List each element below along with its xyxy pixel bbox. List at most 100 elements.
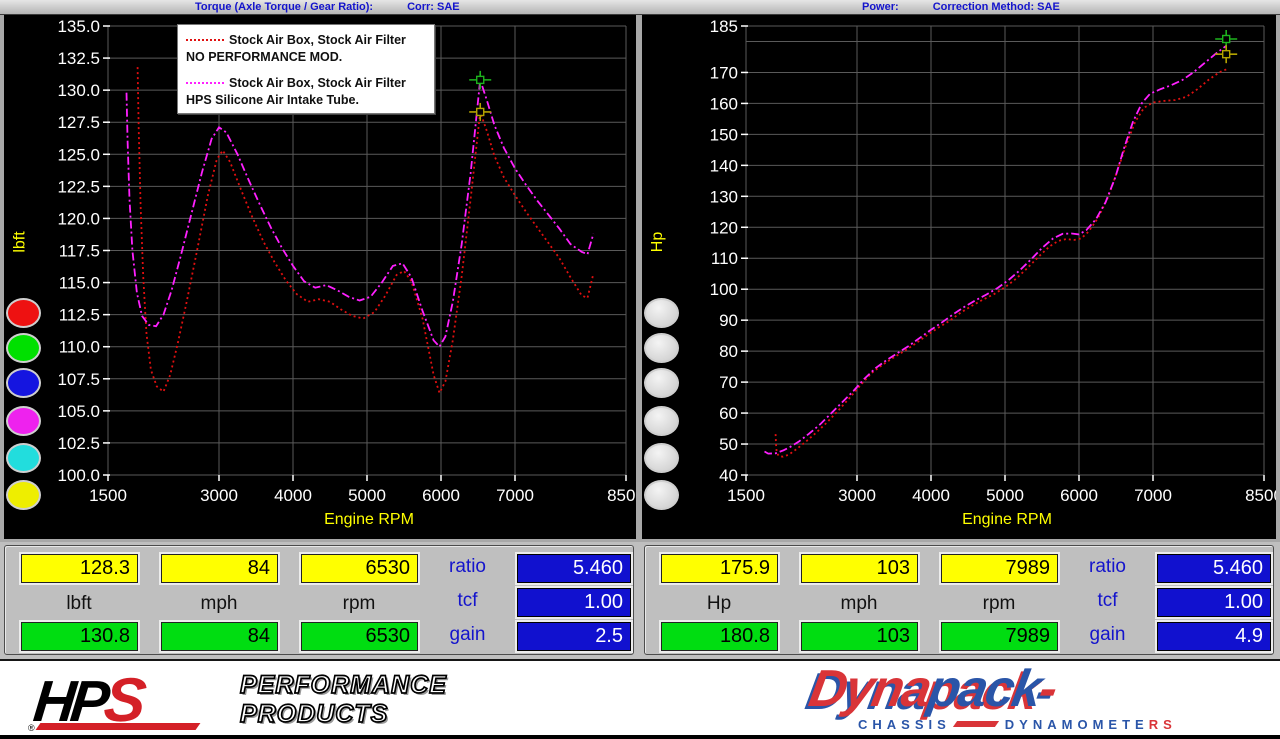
series-curve-1 (765, 46, 1227, 454)
speed-cursor2-value: 84 (161, 622, 278, 651)
bottom-border-bar (0, 735, 1280, 739)
y-tick-label: 125.0 (57, 145, 100, 164)
hps-products-text: PRODUCTS (240, 700, 388, 729)
y-tick-label: 160 (710, 94, 738, 113)
y-tick-label: 130.0 (57, 81, 100, 100)
channel-button-green[interactable] (6, 333, 41, 363)
x-tick-label: 1500 (89, 486, 127, 505)
y-tick-label: 107.5 (57, 370, 100, 389)
channel-button-grey-4[interactable] (644, 406, 679, 436)
y-tick-label: 40 (719, 466, 738, 485)
speed-unit-label: mph (801, 593, 917, 615)
x-tick-label: 4000 (274, 486, 312, 505)
x-tick-label: 5000 (348, 486, 386, 505)
dynapack-dyna-text: Dyna (805, 660, 934, 718)
power-chart-svg: 1851701601501401301201101009080706050401… (642, 15, 1276, 539)
tcf-field[interactable]: 1.00 (517, 588, 631, 617)
y-tick-label: 185 (710, 17, 738, 36)
y-tick-label: 102.5 (57, 434, 100, 453)
dynapack-pack-text: pack (924, 660, 1045, 718)
x-tick-label: 6000 (1060, 486, 1098, 505)
x-tick-label: 4000 (912, 486, 950, 505)
torque-y-axis-label: lbft (12, 231, 30, 252)
cursor-square-0[interactable] (1223, 36, 1230, 43)
x-tick-label: 5000 (986, 486, 1024, 505)
hps-logo: HPS ® PERFORMANCE PRODUCTS (30, 667, 570, 733)
x-tick-label: 7000 (1134, 486, 1172, 505)
speed-unit-label: mph (161, 593, 277, 615)
channel-button-grey-5[interactable] (644, 443, 679, 473)
tcf-label: tcf (1065, 590, 1150, 612)
power-correction-text: Correction Method: SAE (933, 1, 1060, 13)
rpm-cursor2-value: 7989 (941, 622, 1058, 651)
dynapack-wordmark: Dynapack- (805, 659, 1061, 719)
x-tick-label: 8500 (1245, 486, 1276, 505)
channel-button-grey-2[interactable] (644, 333, 679, 363)
y-tick-label: 80 (719, 342, 738, 361)
torque-title-text: Torque (Axle Torque / Gear Ratio): (195, 1, 373, 13)
dynapack-logo: Dynapack- CHASSISDYNAMOMETERS (810, 665, 1270, 731)
speed-cursor2-value: 103 (801, 622, 918, 651)
channel-button-yellow[interactable] (6, 480, 41, 510)
y-tick-label: 130 (710, 187, 738, 206)
channel-button-red[interactable] (6, 298, 41, 328)
torque-correction-text: Corr: SAE (407, 1, 460, 13)
power-readout-group: 175.9 103 7989 Hp mph rpm 180.8 103 7989… (644, 545, 1274, 655)
channel-button-grey-1[interactable] (644, 298, 679, 328)
y-tick-label: 117.5 (59, 242, 100, 261)
torque-x-axis-label: Engine RPM (259, 511, 479, 529)
power-y-axis-label: Hp (649, 232, 667, 252)
power-chart-panel: 1851701601501401301201101009080706050401… (642, 15, 1276, 539)
power-cursor1-value: 175.9 (661, 554, 778, 583)
dynapack-swoosh-icon (953, 721, 999, 727)
speed-cursor1-value: 84 (161, 554, 278, 583)
gain-field[interactable]: 2.5 (517, 622, 631, 651)
y-tick-label: 127.5 (57, 113, 100, 132)
channel-button-magenta[interactable] (6, 406, 41, 436)
rpm-unit-label: rpm (941, 593, 1057, 615)
legend-box: Stock Air Box, Stock Air Filter NO PERFO… (177, 24, 435, 114)
readout-strip: 128.3 84 6530 lbft mph rpm 130.8 84 6530… (0, 542, 1280, 659)
ratio-field[interactable]: 5.460 (1157, 554, 1271, 583)
tcf-field[interactable]: 1.00 (1157, 588, 1271, 617)
x-tick-label: 6000 (422, 486, 460, 505)
x-tick-label: 8500 (607, 486, 636, 505)
channel-button-blue[interactable] (6, 368, 41, 398)
power-title-text: Power: (862, 1, 899, 13)
y-tick-label: 110 (711, 249, 738, 268)
cursor-square-0[interactable] (477, 76, 484, 83)
y-tick-label: 60 (719, 404, 738, 423)
y-tick-label: 105.0 (57, 402, 100, 421)
cursor-square-1[interactable] (1223, 51, 1230, 58)
cursor-square-1[interactable] (477, 108, 484, 115)
x-tick-label: 1500 (727, 486, 765, 505)
x-tick-label: 7000 (496, 486, 534, 505)
stock-curve-sample-icon (186, 39, 224, 41)
torque-chart-title: Torque (Axle Torque / Gear Ratio): Corr: … (195, 0, 460, 14)
rpm-unit-label: rpm (301, 593, 417, 615)
rpm-cursor1-value: 6530 (301, 554, 418, 583)
legend-stock-line2: NO PERFORMANCE MOD. (186, 50, 342, 64)
ratio-field[interactable]: 5.460 (517, 554, 631, 583)
channel-button-grey-3[interactable] (644, 368, 679, 398)
rpm-cursor2-value: 6530 (301, 622, 418, 651)
legend-hps-line1: Stock Air Box, Stock Air Filter (229, 76, 406, 90)
y-tick-label: 100 (710, 280, 738, 299)
power-cursor2-value: 180.8 (661, 622, 778, 651)
channel-button-grey-6[interactable] (644, 480, 679, 510)
x-tick-label: 3000 (838, 486, 876, 505)
gain-field[interactable]: 4.9 (1157, 622, 1271, 651)
series-curve-1 (127, 80, 594, 347)
y-tick-label: 115.0 (59, 274, 100, 293)
y-tick-label: 70 (719, 373, 738, 392)
y-tick-label: 50 (719, 435, 738, 454)
torque-cursor2-value: 130.8 (21, 622, 138, 651)
channel-button-cyan[interactable] (6, 443, 41, 473)
dynamometers-text-blue: DYNAMOMETE (1005, 717, 1149, 732)
torque-unit-label: lbft (21, 593, 137, 615)
torque-readout-group: 128.3 84 6530 lbft mph rpm 130.8 84 6530… (4, 545, 634, 655)
ratio-label: ratio (1065, 556, 1150, 578)
y-tick-label: 120.0 (57, 209, 100, 228)
y-tick-label: 132.5 (57, 49, 100, 68)
legend-entry-hps: Stock Air Box, Stock Air Filter (186, 76, 406, 90)
